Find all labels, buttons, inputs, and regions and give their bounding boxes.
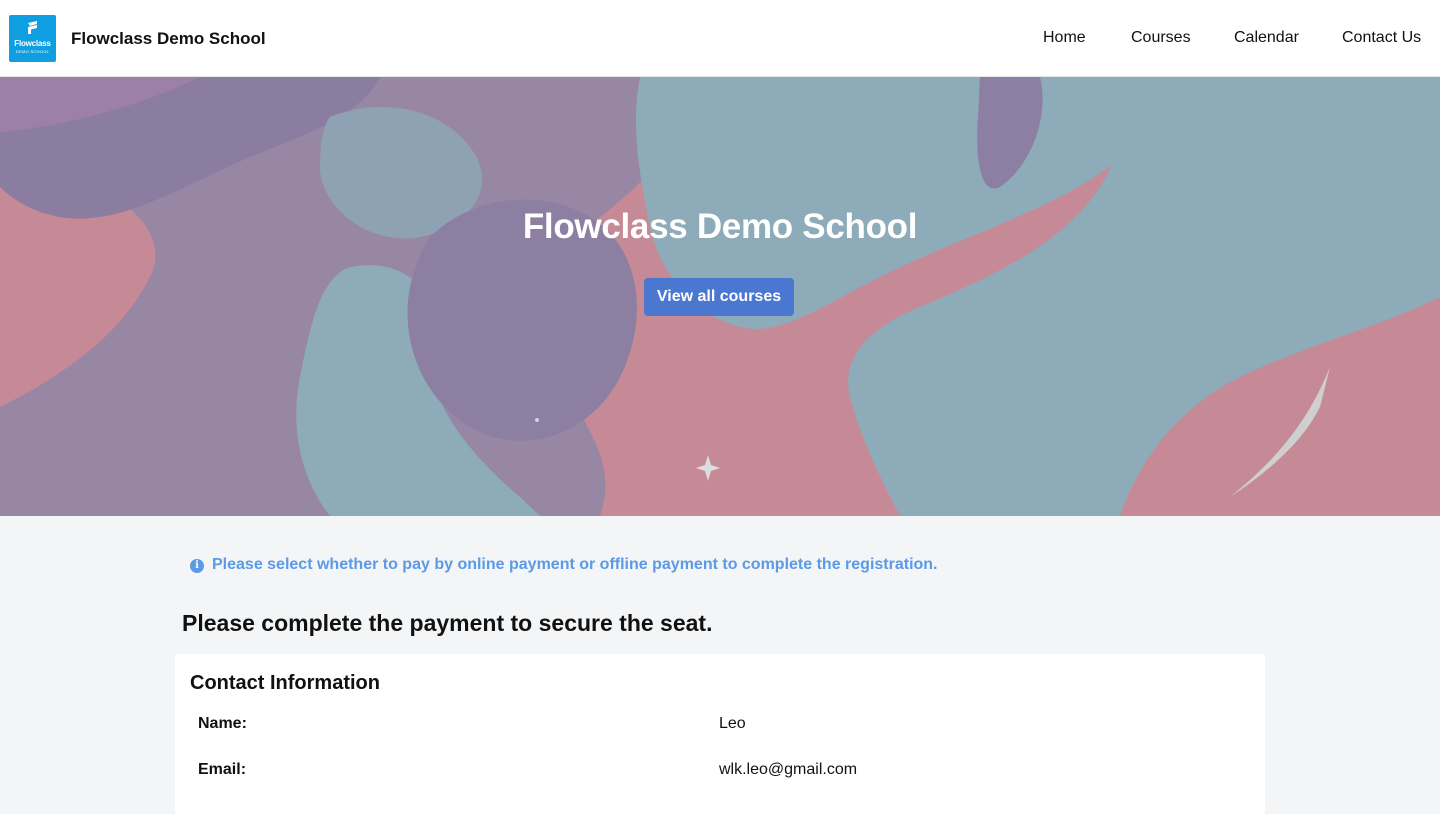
email-value: wlk.leo@gmail.com bbox=[719, 761, 858, 778]
nav-home[interactable]: Home bbox=[1043, 29, 1086, 47]
school-logo[interactable]: Flowclass DEMO SCHOOL bbox=[9, 15, 56, 62]
nav-calendar[interactable]: Calendar bbox=[1234, 29, 1299, 47]
hero-title: Flowclass Demo School bbox=[522, 207, 918, 246]
nav-courses[interactable]: Courses bbox=[1131, 29, 1191, 47]
payment-notice: i Please select whether to pay by online … bbox=[190, 556, 938, 574]
hero-banner: Flowclass Demo School View all courses bbox=[0, 77, 1440, 516]
nav-contact-us[interactable]: Contact Us bbox=[1342, 29, 1421, 47]
view-all-courses-button[interactable]: View all courses bbox=[644, 278, 794, 316]
name-value: Leo bbox=[719, 715, 746, 732]
logo-text: Flowclass bbox=[14, 39, 51, 48]
info-icon: i bbox=[190, 559, 204, 573]
site-header: Flowclass DEMO SCHOOL Flowclass Demo Sch… bbox=[0, 0, 1440, 77]
site-name[interactable]: Flowclass Demo School bbox=[71, 29, 266, 49]
contact-information-card: Contact Information Name: Leo Email: wlk… bbox=[175, 654, 1265, 814]
notice-text: Please select whether to pay by online p… bbox=[212, 556, 938, 573]
payment-heading: Please complete the payment to secure th… bbox=[182, 610, 713, 636]
contact-information-title: Contact Information bbox=[190, 672, 380, 694]
email-label: Email: bbox=[198, 761, 247, 778]
name-label: Name: bbox=[198, 715, 247, 732]
logo-subtext: DEMO SCHOOL bbox=[15, 49, 50, 54]
